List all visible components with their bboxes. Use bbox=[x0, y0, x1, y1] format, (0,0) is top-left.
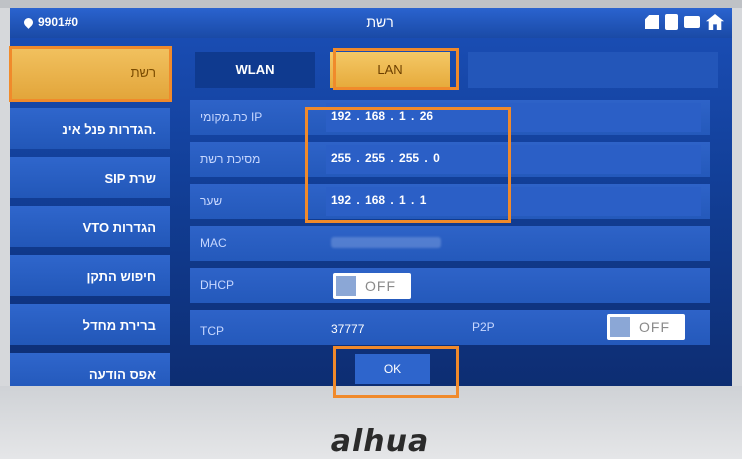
home-icon[interactable] bbox=[706, 14, 724, 30]
sidebar-item-vto-settings[interactable]: הגדרות VTO bbox=[10, 206, 170, 247]
tcp-row: TCP 37777 P2P OFF bbox=[190, 310, 710, 345]
mac-row: MAC bbox=[190, 226, 710, 261]
sidebar-item-device-search[interactable]: חיפוש התקן bbox=[10, 255, 170, 296]
brand-logo: alhua bbox=[330, 424, 430, 459]
p2p-label: P2P bbox=[472, 320, 495, 334]
tcp-label: TCP bbox=[200, 324, 224, 338]
top-bar: 9901#0 רשת bbox=[10, 8, 732, 38]
highlight-ok-button bbox=[333, 346, 459, 398]
tcp-port-input[interactable]: 37777 bbox=[331, 322, 364, 336]
storage-icon[interactable] bbox=[665, 14, 678, 30]
subnet-mask-label: מסיכת רשת bbox=[200, 152, 261, 166]
device-id-text: 9901#0 bbox=[38, 15, 79, 29]
tab-wlan[interactable]: WLAN bbox=[195, 52, 315, 88]
location-pin-icon bbox=[22, 16, 35, 29]
ip-address-label: IP כת.מקומי bbox=[200, 110, 263, 124]
top-icons bbox=[645, 14, 724, 30]
device-bezel-top bbox=[0, 0, 742, 8]
device-id: 9901#0 bbox=[22, 15, 79, 29]
sidebar-item-reset-messages[interactable]: אפס הודעה bbox=[10, 353, 170, 386]
highlight-sidebar-network bbox=[9, 46, 172, 102]
p2p-toggle-state: OFF bbox=[639, 319, 670, 335]
dhcp-label: DHCP bbox=[200, 278, 235, 292]
p2p-toggle[interactable]: OFF bbox=[607, 314, 685, 340]
message-icon[interactable] bbox=[684, 16, 700, 28]
sidebar-item-indoor-settings[interactable]: .הגדרות פנל אינ bbox=[10, 108, 170, 149]
sd-card-icon[interactable] bbox=[645, 15, 659, 29]
tab-strip bbox=[468, 52, 718, 88]
dhcp-toggle-state: OFF bbox=[365, 278, 396, 294]
dhcp-row: DHCP OFF bbox=[190, 268, 710, 303]
highlight-ip-fields bbox=[305, 107, 511, 223]
mac-label: MAC bbox=[200, 236, 227, 250]
p2p-toggle-knob bbox=[610, 317, 630, 337]
sidebar-item-default[interactable]: ברירת מחדל bbox=[10, 304, 170, 345]
sidebar-item-sip-server[interactable]: שרת SIP bbox=[10, 157, 170, 198]
highlight-lan-tab bbox=[333, 48, 459, 90]
dhcp-toggle-knob bbox=[336, 276, 356, 296]
page-title: רשת bbox=[366, 14, 394, 30]
mac-value-redacted bbox=[331, 237, 441, 248]
gateway-label: שער bbox=[200, 194, 223, 208]
dhcp-toggle[interactable]: OFF bbox=[333, 273, 411, 299]
